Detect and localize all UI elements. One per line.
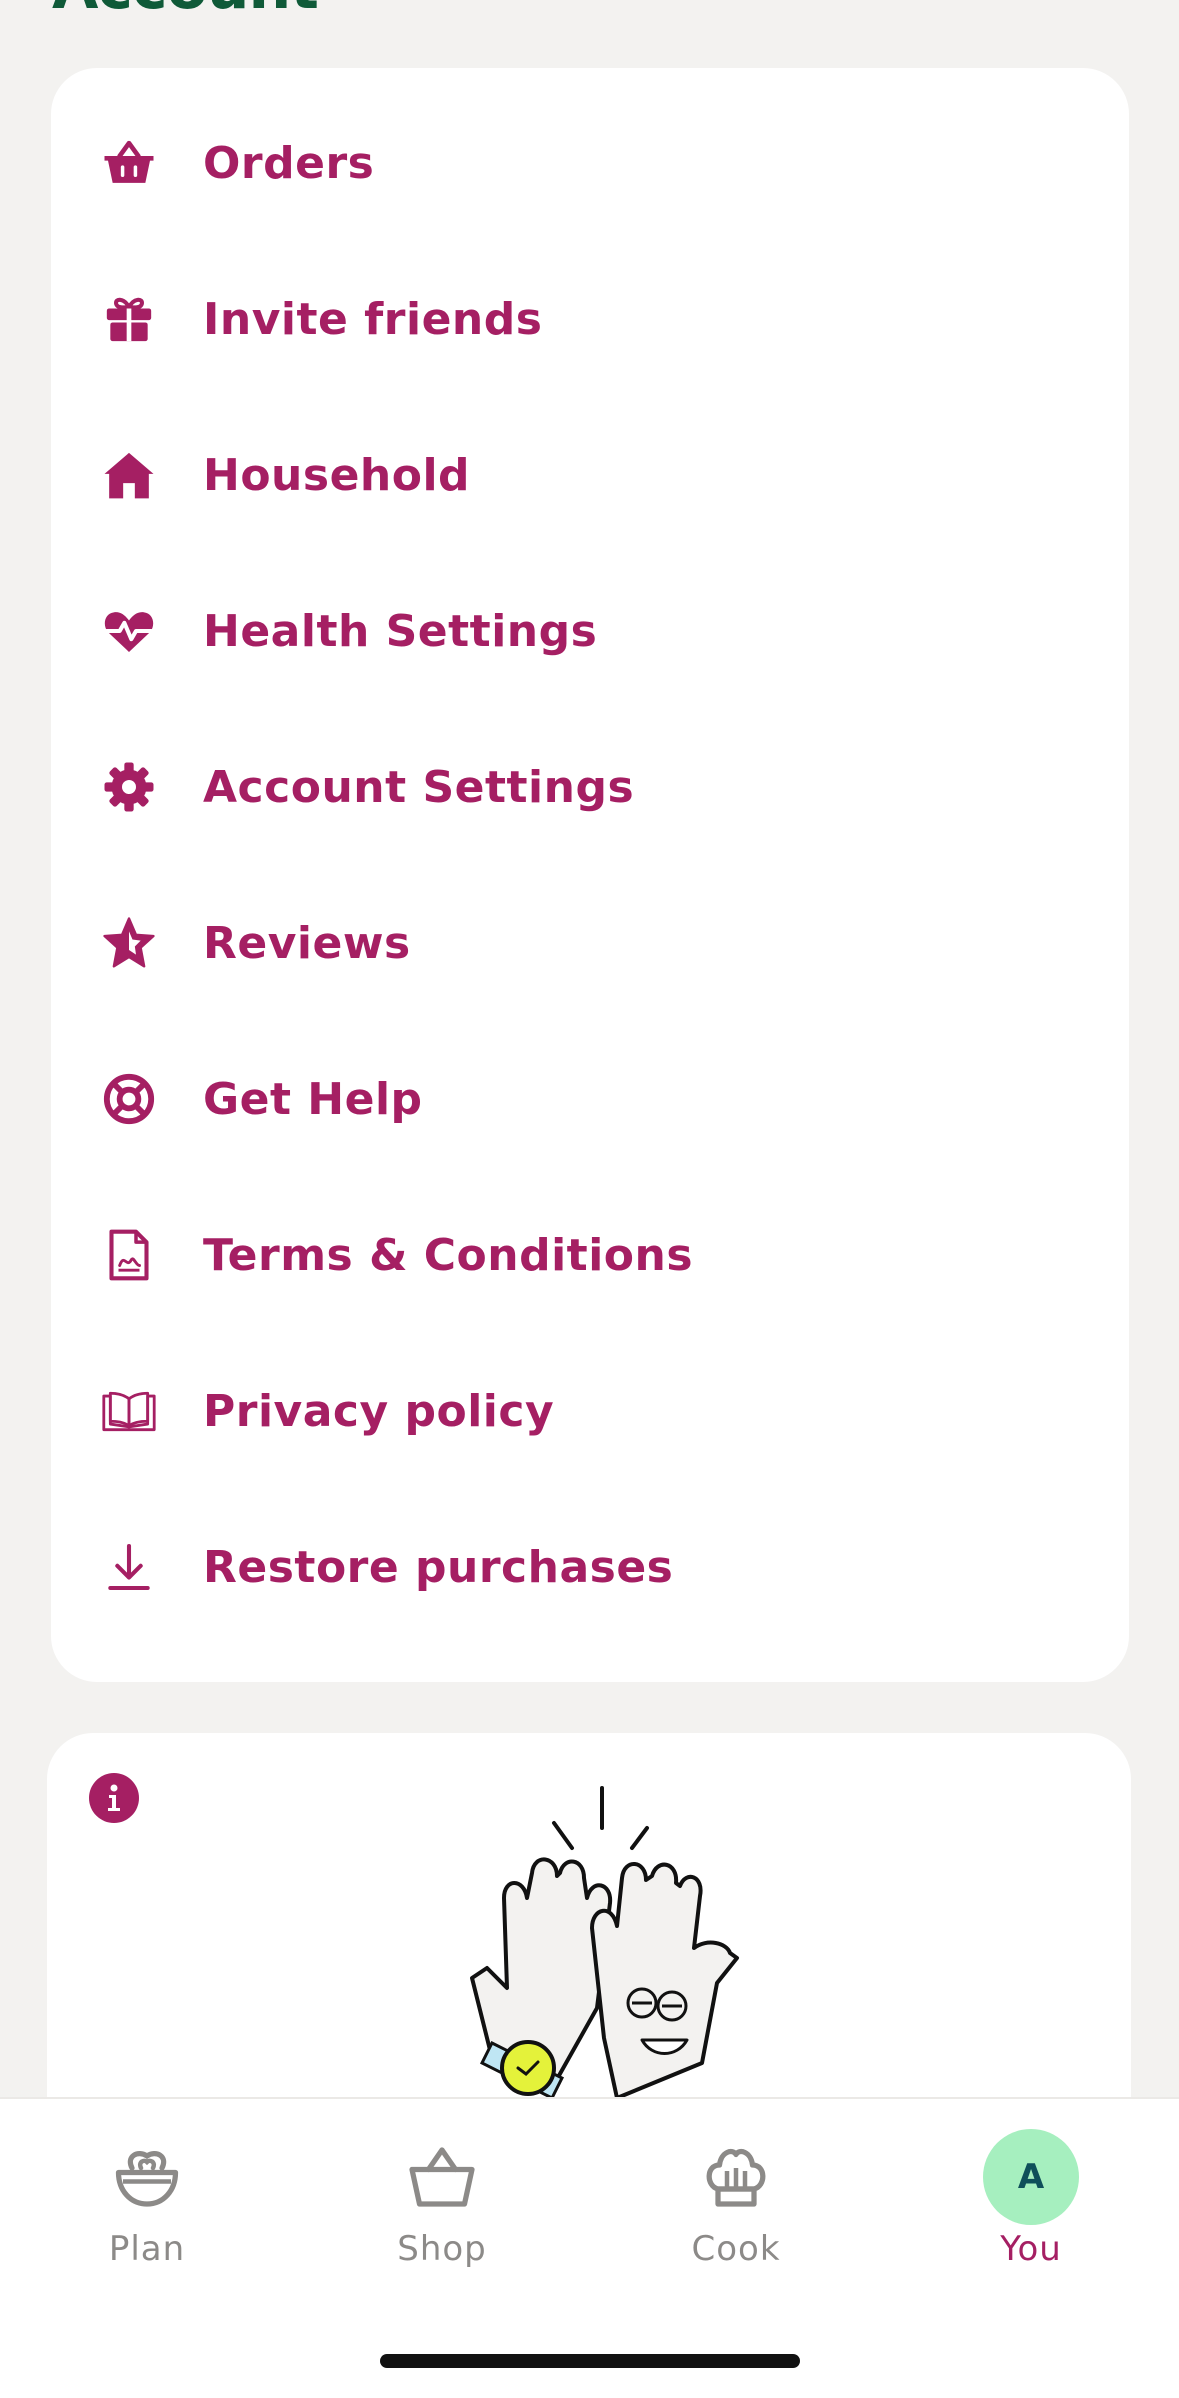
high-five-gloves-illustration: [470, 1786, 739, 2101]
tab-shop[interactable]: Shop: [332, 2129, 552, 2289]
tab-label: You: [1000, 2229, 1062, 2269]
page-title: Account: [52, 0, 319, 18]
menu-item-label: Terms & Conditions: [203, 1229, 694, 1281]
menu-item-health-settings[interactable]: Health Settings: [51, 553, 1129, 709]
download-icon: [101, 1539, 157, 1595]
tab-cook[interactable]: Cook: [626, 2129, 846, 2289]
tab-you[interactable]: A You: [921, 2129, 1141, 2289]
account-menu-card: Orders Invite friends Household Health S…: [51, 68, 1129, 1682]
menu-item-label: Privacy policy: [203, 1385, 555, 1437]
menu-item-get-help[interactable]: Get Help: [51, 1021, 1129, 1177]
tab-label: Cook: [691, 2229, 781, 2269]
menu-item-label: Invite friends: [203, 293, 543, 345]
menu-item-label: Get Help: [203, 1073, 423, 1125]
tab-label: Plan: [108, 2229, 186, 2269]
menu-item-label: Household: [203, 449, 471, 501]
menu-item-label: Reviews: [203, 917, 411, 969]
avatar: A: [983, 2129, 1079, 2225]
menu-item-invite-friends[interactable]: Invite friends: [51, 241, 1129, 397]
star-icon: [101, 915, 157, 971]
tab-bar: Plan Shop Cook A You: [0, 2097, 1179, 2398]
heart-pulse-icon: [101, 603, 157, 659]
basket-icon: [101, 135, 157, 191]
basket-outline-icon: [394, 2129, 490, 2225]
account-menu-list: Orders Invite friends Household Health S…: [51, 85, 1129, 1645]
menu-item-account-settings[interactable]: Account Settings: [51, 709, 1129, 865]
menu-item-household[interactable]: Household: [51, 397, 1129, 553]
gift-icon: [101, 291, 157, 347]
menu-item-label: Health Settings: [203, 605, 598, 657]
info-card: [47, 1733, 1131, 2153]
chef-hat-icon: [688, 2129, 784, 2225]
menu-item-label: Orders: [203, 137, 375, 189]
gear-icon: [101, 759, 157, 815]
house-icon: [101, 447, 157, 503]
menu-item-orders[interactable]: Orders: [51, 85, 1129, 241]
menu-item-label: Account Settings: [203, 761, 635, 813]
menu-item-restore-purchases[interactable]: Restore purchases: [51, 1489, 1129, 1645]
open-book-icon: [101, 1383, 157, 1439]
info-icon[interactable]: [89, 1773, 139, 1823]
tab-label: Shop: [397, 2229, 487, 2269]
menu-item-reviews[interactable]: Reviews: [51, 865, 1129, 1021]
lifebuoy-icon: [101, 1071, 157, 1127]
bowl-icon: [99, 2129, 195, 2225]
tab-plan[interactable]: Plan: [37, 2129, 257, 2289]
menu-item-privacy-policy[interactable]: Privacy policy: [51, 1333, 1129, 1489]
menu-item-label: Restore purchases: [203, 1541, 674, 1593]
home-indicator: [380, 2354, 800, 2368]
document-icon: [101, 1227, 157, 1283]
menu-item-terms-conditions[interactable]: Terms & Conditions: [51, 1177, 1129, 1333]
